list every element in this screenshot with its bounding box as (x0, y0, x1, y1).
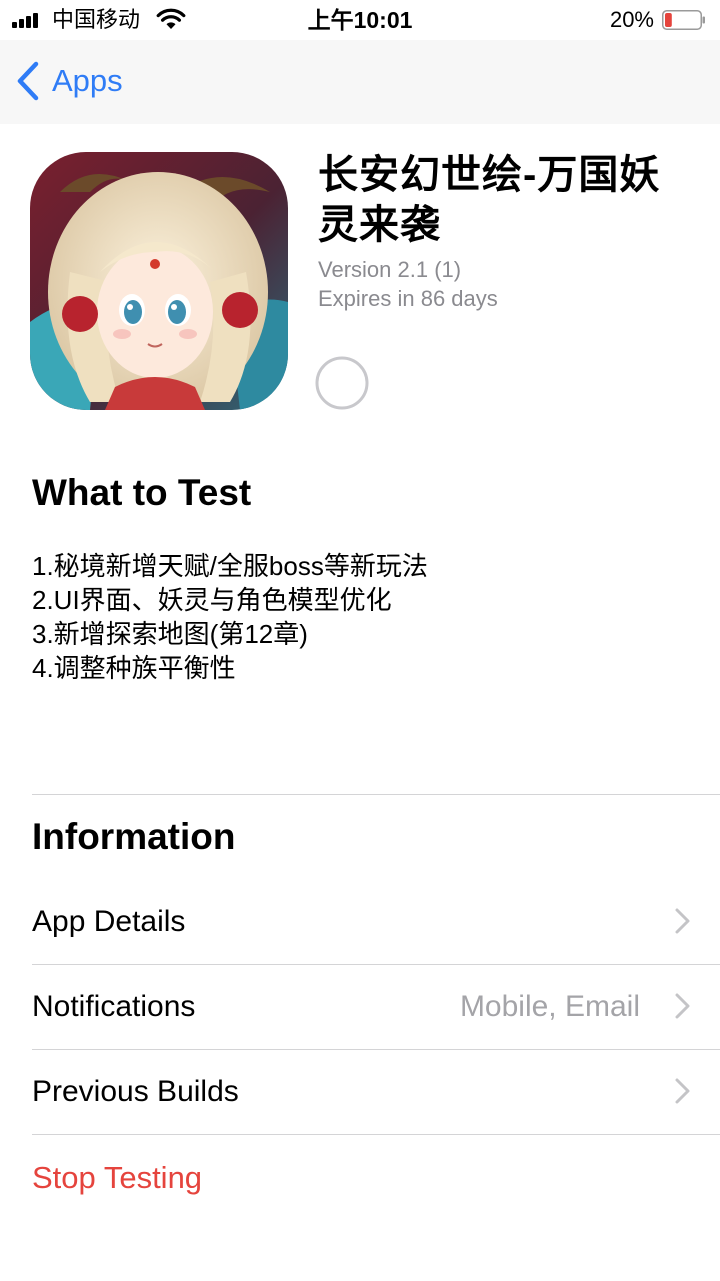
app-title: 长安幻世绘-万国妖灵来袭 (318, 153, 661, 247)
section-divider (32, 794, 720, 795)
app-expiry: Expires in 86 days (318, 286, 498, 311)
chevron-left-icon (17, 61, 39, 101)
chevron-right-icon (675, 908, 690, 934)
app-details-row[interactable]: App Details (32, 879, 720, 964)
battery-icon (662, 10, 705, 30)
row-label: Notifications (32, 990, 196, 1023)
row-value: Mobile, Email (459, 990, 640, 1023)
app-version: Version 2.1 (1) (318, 257, 462, 282)
test-note: 3.新增探索地图(第12章) (32, 619, 308, 649)
status-bar: 中国移动 上午10:01 20% (0, 0, 720, 40)
chevron-right-icon (675, 993, 690, 1019)
chevron-right-icon (675, 1078, 690, 1104)
test-note: 4.调整种族平衡性 (32, 653, 236, 683)
stop-testing-button[interactable]: Stop Testing (32, 1135, 202, 1220)
app-icon (30, 152, 288, 410)
battery-percentage: 20% (609, 7, 654, 32)
test-note: 1.秘境新增天赋/全服boss等新玩法 (32, 551, 428, 581)
back-button-label: Apps (52, 63, 123, 98)
row-label: App Details (32, 905, 186, 938)
anime-girl-artwork-icon (30, 152, 288, 410)
information-heading: Information (32, 816, 236, 857)
test-note: 2.UI界面、妖灵与角色模型优化 (32, 585, 392, 615)
what-to-test-heading: What to Test (32, 472, 252, 513)
what-to-test-notes: 1.秘境新增天赋/全服boss等新玩法 2.UI界面、妖灵与角色模型优化 3.新… (32, 549, 692, 685)
row-label: Previous Builds (32, 1075, 239, 1108)
install-progress-ring[interactable] (315, 356, 369, 410)
notifications-row[interactable]: Notifications Mobile, Email (32, 964, 720, 1049)
navigation-bar: Apps (0, 40, 720, 124)
previous-builds-row[interactable]: Previous Builds (32, 1049, 720, 1134)
back-button[interactable]: Apps (14, 56, 123, 106)
